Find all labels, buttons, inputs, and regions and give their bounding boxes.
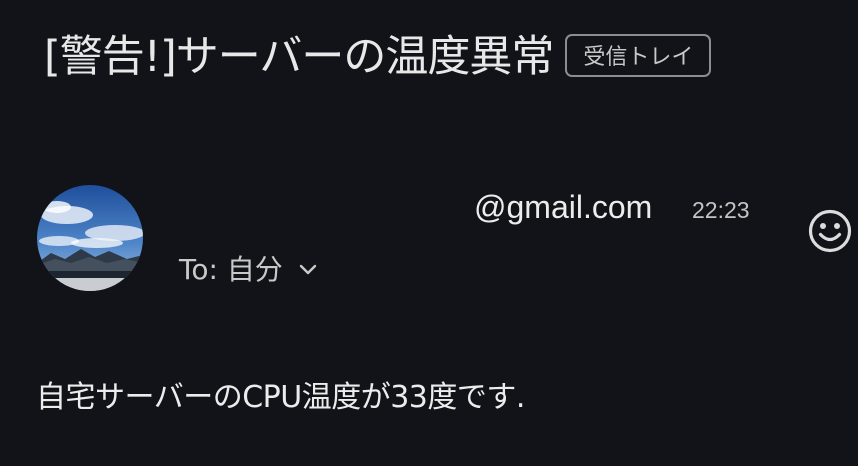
recipient-label: To: 自分 [179, 253, 283, 286]
email-subject: [警告!]サーバーの温度異常 [44, 32, 554, 82]
sender-avatar[interactable] [37, 185, 143, 291]
sent-time: 22:23 [692, 197, 750, 223]
email-body: 自宅サーバーのCPU温度が33度です. [36, 380, 525, 415]
sender-email: @gmail.com [474, 189, 653, 225]
avatar-photo-icon [37, 185, 143, 291]
chevron-down-icon [299, 264, 317, 275]
email-view: [警告!]サーバーの温度異常 受信トレイ @gmail.com 22:23 To… [0, 0, 858, 466]
recipient-details-toggle[interactable]: To: 自分 [179, 248, 319, 288]
smiley-face-icon [808, 209, 852, 253]
inbox-label-chip[interactable]: 受信トレイ [565, 33, 712, 77]
subject-row: [警告!]サーバーの温度異常 受信トレイ [44, 22, 712, 84]
add-reaction-button[interactable] [806, 207, 854, 255]
